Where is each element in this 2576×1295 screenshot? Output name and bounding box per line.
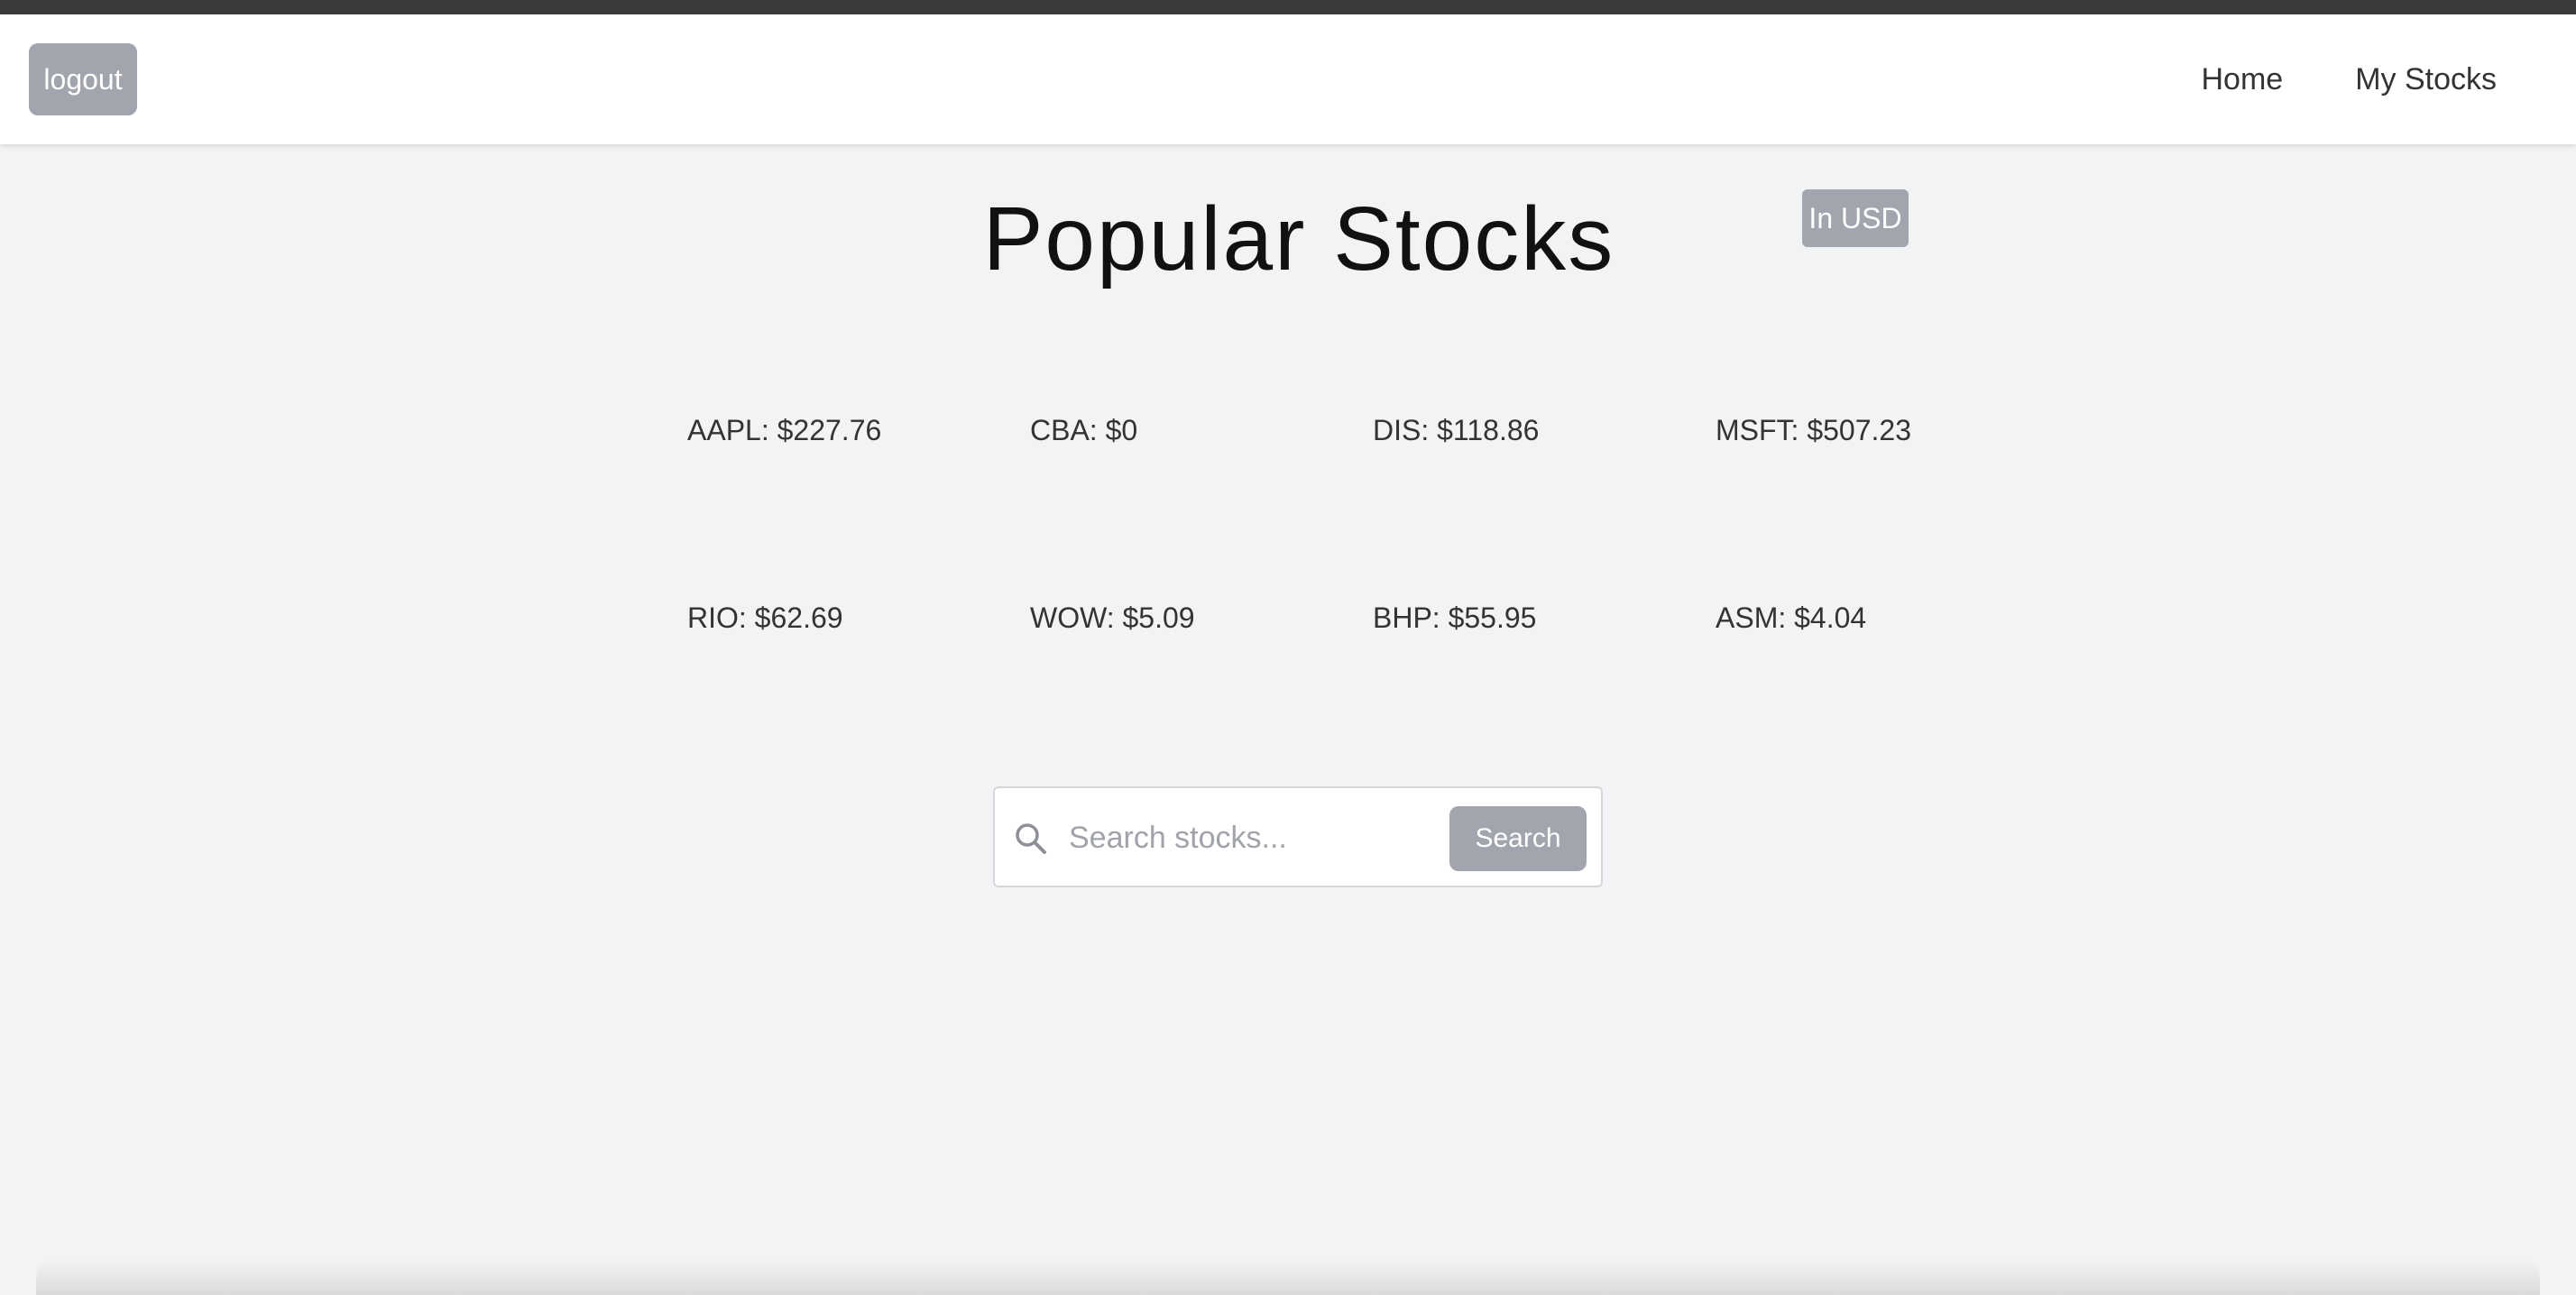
nav-link-my-stocks[interactable]: My Stocks: [2355, 62, 2497, 97]
search-box: Search: [993, 786, 1603, 887]
stock-item-bhp[interactable]: BHP: $55.95: [1373, 595, 1716, 640]
stock-item-msft[interactable]: MSFT: $507.23: [1716, 408, 2058, 453]
popular-stocks-grid: AAPL: $227.76 CBA: $0 DIS: $118.86 MSFT:…: [687, 408, 2058, 783]
search-icon: [1013, 821, 1049, 857]
stock-item-wow[interactable]: WOW: $5.09: [1030, 595, 1373, 640]
stock-item-aapl[interactable]: AAPL: $227.76: [687, 408, 1030, 453]
logout-button[interactable]: logout: [29, 43, 137, 115]
stock-item-dis[interactable]: DIS: $118.86: [1373, 408, 1716, 453]
stock-item-asm[interactable]: ASM: $4.04: [1716, 595, 2058, 640]
nav-link-home[interactable]: Home: [2201, 62, 2283, 97]
page-title: Popular Stocks: [982, 188, 1615, 289]
currency-toggle-button[interactable]: In USD: [1802, 189, 1909, 247]
search-input[interactable]: [1067, 810, 1431, 866]
nav-links: Home My Stocks: [2201, 14, 2497, 144]
bottom-edge-shadow: [36, 1259, 2540, 1295]
window-top-strip: [0, 0, 2576, 14]
stock-item-cba[interactable]: CBA: $0: [1030, 408, 1373, 453]
search-button[interactable]: Search: [1449, 806, 1587, 871]
stock-item-rio[interactable]: RIO: $62.69: [687, 595, 1030, 640]
navbar: logout Home My Stocks: [0, 14, 2576, 144]
